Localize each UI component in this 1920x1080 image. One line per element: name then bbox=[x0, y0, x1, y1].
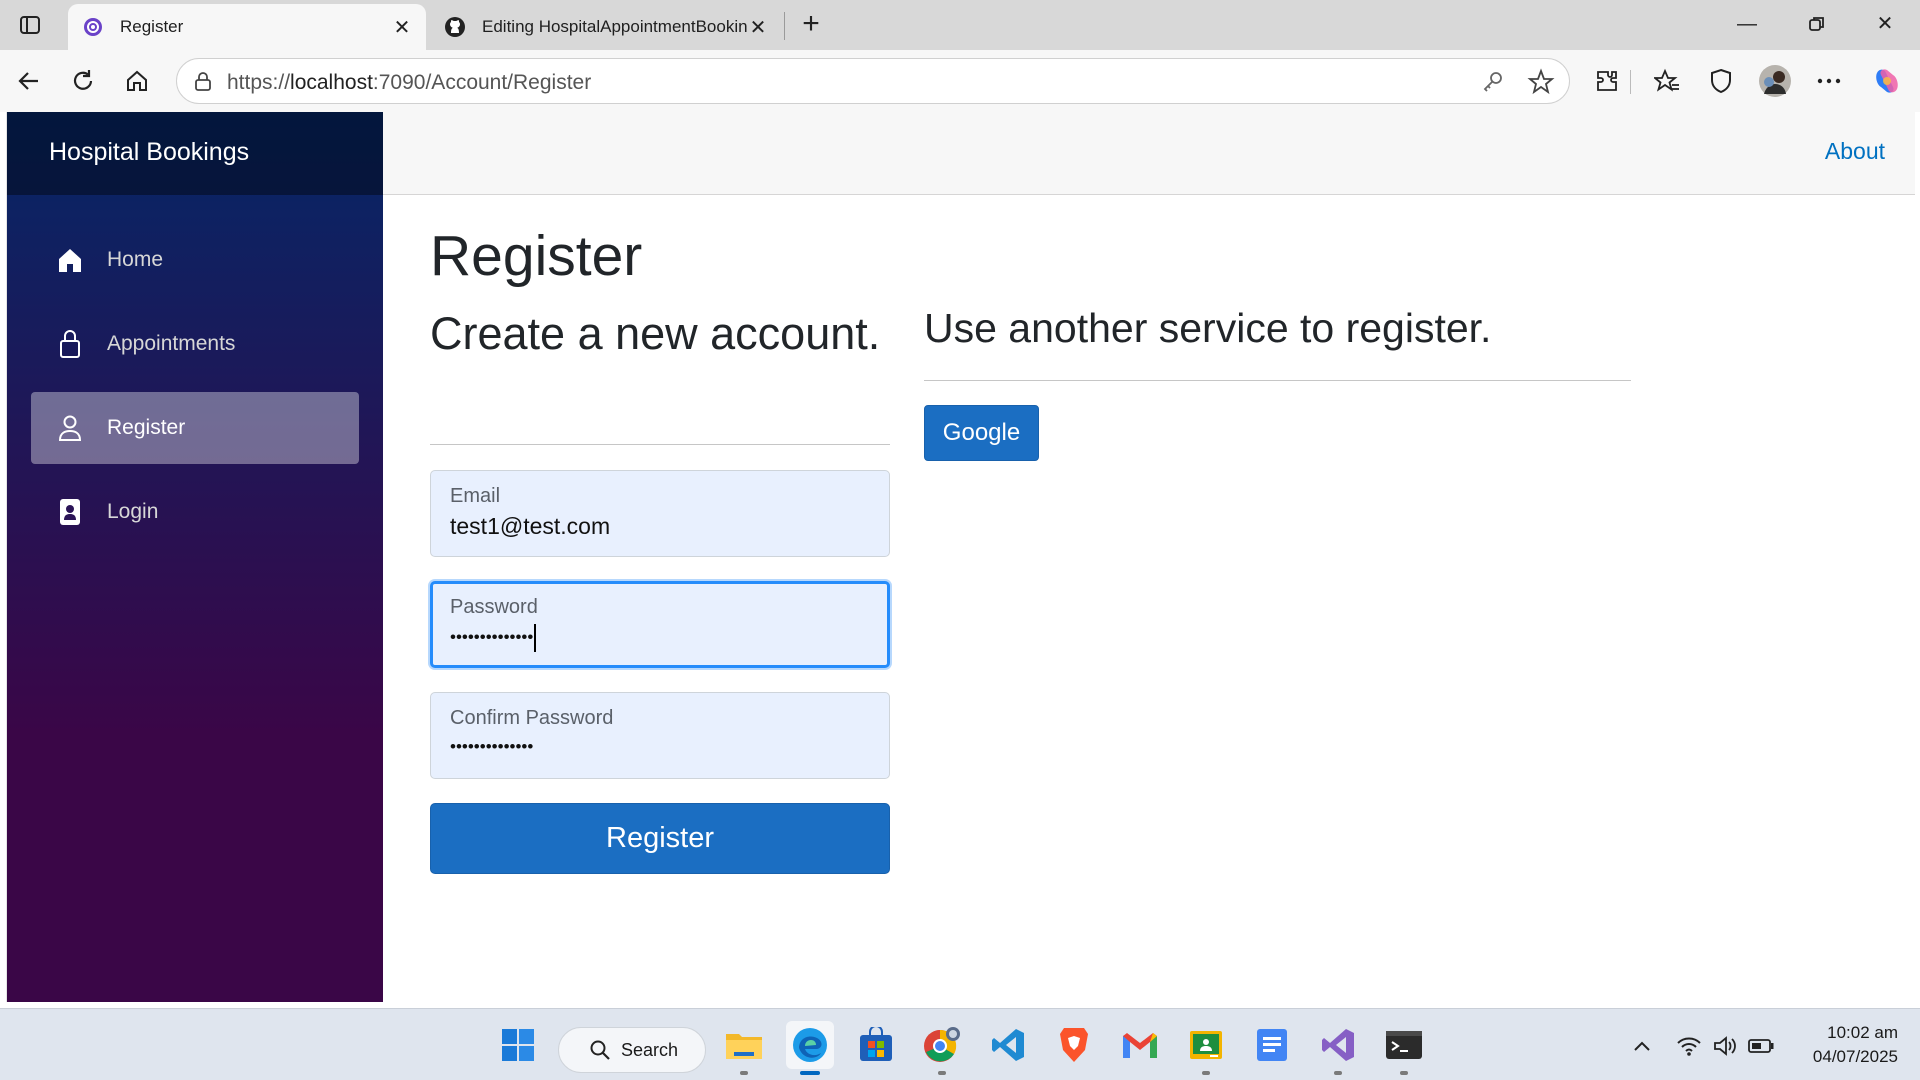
edge-browser-icon[interactable] bbox=[786, 1021, 834, 1075]
clock-time: 10:02 am bbox=[1827, 1023, 1898, 1042]
google-login-button[interactable]: Google bbox=[924, 405, 1039, 461]
profile-avatar[interactable] bbox=[1756, 62, 1794, 100]
github-favicon-icon bbox=[444, 16, 466, 38]
favorites-icon[interactable] bbox=[1648, 62, 1686, 100]
password-label: Password bbox=[450, 596, 538, 618]
email-field[interactable]: Email test1@test.com bbox=[430, 470, 890, 557]
sidebar-item-label: Login bbox=[107, 500, 159, 523]
system-clock[interactable]: 10:02 am 04/07/2025 bbox=[1813, 1021, 1898, 1069]
person-badge-icon bbox=[55, 497, 85, 527]
sidebar-item-label: Home bbox=[107, 248, 164, 271]
more-options-icon[interactable] bbox=[1810, 62, 1848, 100]
brand-title[interactable]: Hospital Bookings bbox=[49, 138, 249, 167]
toolbar-separator bbox=[1630, 70, 1631, 94]
brand-bar: Hospital Bookings bbox=[7, 112, 383, 195]
top-row: About bbox=[383, 112, 1915, 195]
running-indicator bbox=[1334, 1071, 1342, 1075]
home-browser-icon[interactable] bbox=[118, 62, 156, 100]
sidebar-item-label: Register bbox=[107, 416, 186, 439]
app-window: Hospital Bookings Home Appointments Regi… bbox=[6, 112, 1915, 1002]
chrome-icon[interactable] bbox=[918, 1021, 966, 1075]
main-content: Register Create a new account. Email tes… bbox=[383, 195, 1915, 1002]
url-field[interactable]: https://localhost:7090/Account/Register bbox=[176, 58, 1570, 104]
taskbar: Search 10:02 am 04/07/2025 bbox=[0, 1008, 1920, 1080]
sidebar-item-appointments[interactable]: Appointments bbox=[31, 308, 359, 380]
lock-icon bbox=[55, 329, 85, 359]
sidebar-item-login[interactable]: Login bbox=[31, 476, 359, 548]
running-indicator bbox=[800, 1071, 820, 1075]
tab-title: Editing HospitalAppointmentBooking bbox=[482, 17, 748, 36]
search-label: Search bbox=[621, 1039, 679, 1060]
microsoft-store-icon[interactable] bbox=[852, 1021, 900, 1069]
extensions-icon[interactable] bbox=[1588, 62, 1626, 100]
sidebar-item-home[interactable]: Home bbox=[31, 224, 359, 296]
register-button[interactable]: Register bbox=[430, 803, 890, 874]
create-account-heading: Create a new account. bbox=[430, 308, 881, 359]
show-hidden-icons-chevron-up-icon[interactable] bbox=[1628, 1031, 1656, 1061]
minimize-icon[interactable]: — bbox=[1722, 8, 1772, 40]
back-icon[interactable] bbox=[10, 62, 48, 100]
divider bbox=[924, 380, 1631, 381]
sidebar: Hospital Bookings Home Appointments Regi… bbox=[7, 112, 383, 1002]
close-tab-icon[interactable]: ✕ bbox=[392, 15, 412, 40]
close-window-icon[interactable]: ✕ bbox=[1860, 8, 1910, 40]
wifi-icon[interactable] bbox=[1674, 1031, 1704, 1061]
running-indicator bbox=[740, 1071, 748, 1075]
about-link[interactable]: About bbox=[1825, 138, 1885, 165]
address-bar-row: https://localhost:7090/Account/Register bbox=[0, 50, 1920, 112]
page-title: Register bbox=[430, 224, 643, 288]
url-text: https://localhost:7090/Account/Register bbox=[227, 71, 592, 94]
browser-tab-strip: Register ✕ Editing HospitalAppointmentBo… bbox=[0, 0, 1920, 50]
file-explorer-icon[interactable] bbox=[720, 1021, 768, 1075]
password-field[interactable]: Password •••••••••••••• bbox=[430, 581, 890, 668]
google-docs-icon[interactable] bbox=[1248, 1021, 1296, 1069]
divider bbox=[430, 444, 890, 445]
refresh-icon[interactable] bbox=[64, 62, 102, 100]
restore-icon[interactable] bbox=[1792, 8, 1842, 40]
blazor-favicon-icon bbox=[82, 16, 104, 38]
confirm-password-field[interactable]: Confirm Password •••••••••••••• bbox=[430, 692, 890, 779]
tab-separator bbox=[784, 12, 785, 40]
sidebar-item-register[interactable]: Register bbox=[31, 392, 359, 464]
google-classroom-icon[interactable] bbox=[1182, 1021, 1230, 1075]
vscode-icon[interactable] bbox=[984, 1021, 1032, 1069]
tab-actions-icon[interactable] bbox=[10, 10, 50, 40]
tab-title: Register bbox=[120, 17, 184, 36]
terminal-icon[interactable] bbox=[1380, 1021, 1428, 1075]
windows-start-icon[interactable] bbox=[494, 1021, 542, 1069]
battery-icon[interactable] bbox=[1746, 1031, 1776, 1061]
running-indicator bbox=[1400, 1071, 1408, 1075]
visual-studio-icon[interactable] bbox=[1314, 1021, 1362, 1075]
search-icon bbox=[590, 1040, 610, 1060]
browser-essentials-shield-icon[interactable] bbox=[1702, 62, 1740, 100]
text-caret bbox=[534, 624, 537, 652]
running-indicator bbox=[938, 1071, 946, 1075]
sidebar-item-label: Appointments bbox=[107, 332, 236, 355]
copilot-icon[interactable] bbox=[1868, 62, 1906, 100]
close-tab-icon[interactable]: ✕ bbox=[748, 15, 768, 40]
brave-icon[interactable] bbox=[1050, 1021, 1098, 1069]
volume-icon[interactable] bbox=[1710, 1031, 1740, 1061]
confirm-password-label: Confirm Password bbox=[450, 707, 614, 729]
favorite-star-icon[interactable] bbox=[1527, 68, 1555, 96]
tab-register[interactable]: Register ✕ bbox=[68, 4, 426, 50]
new-tab-icon[interactable]: + bbox=[796, 8, 826, 40]
clock-date: 04/07/2025 bbox=[1812, 1047, 1898, 1066]
confirm-password-value: •••••••••••••• bbox=[450, 737, 534, 756]
person-icon bbox=[55, 413, 85, 443]
home-icon bbox=[55, 245, 85, 275]
external-login-heading: Use another service to register. bbox=[924, 305, 1492, 351]
site-info-icon[interactable] bbox=[191, 70, 215, 94]
running-indicator bbox=[1202, 1071, 1210, 1075]
password-key-icon[interactable] bbox=[1481, 70, 1505, 94]
taskbar-search[interactable]: Search bbox=[558, 1027, 706, 1073]
tab-github-editing[interactable]: Editing HospitalAppointmentBooking ✕ bbox=[430, 4, 782, 50]
email-label: Email bbox=[450, 485, 501, 507]
email-value: test1@test.com bbox=[450, 513, 611, 539]
password-value: •••••••••••••• bbox=[450, 624, 537, 652]
gmail-icon[interactable] bbox=[1116, 1021, 1164, 1069]
